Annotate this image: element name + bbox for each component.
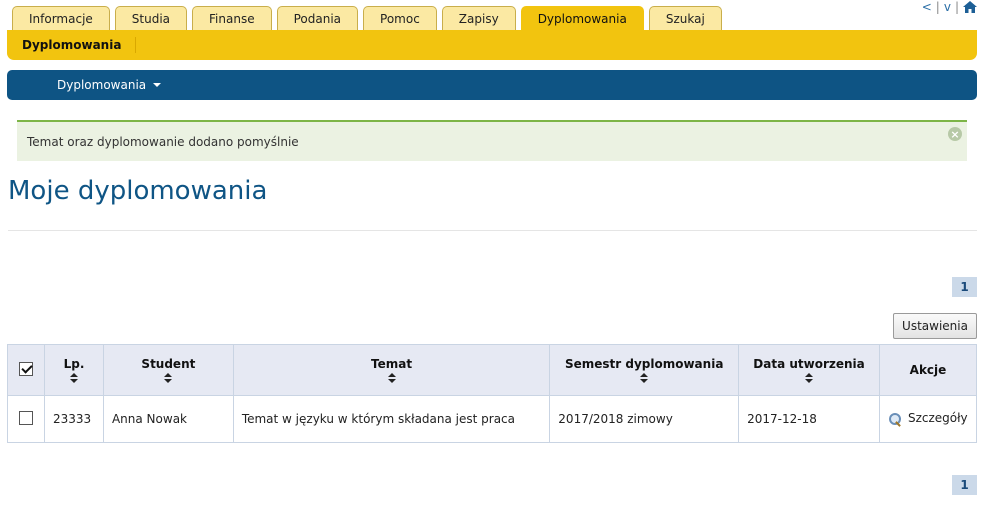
cell-semestr: 2017/2018 zimowy xyxy=(549,395,740,443)
alert-message: Temat oraz dyplomowanie dodano pomyślnie xyxy=(27,134,299,149)
sub-navigation: Dyplomowania xyxy=(7,30,977,60)
table-row: 23333 Anna Nowak Temat w języku w którym… xyxy=(7,395,978,443)
menu-bar: Dyplomowania xyxy=(7,70,977,100)
sort-icon[interactable] xyxy=(69,373,78,383)
select-all-header xyxy=(7,344,45,396)
header-label: Semestr dyplomowania xyxy=(564,357,724,371)
column-header-akcje: Akcje xyxy=(878,344,978,396)
details-label: Szczegóły xyxy=(907,411,968,425)
header-label: Data utworzenia xyxy=(753,357,865,371)
dyplomowania-dropdown[interactable]: Dyplomowania xyxy=(57,78,162,92)
divider: | xyxy=(954,0,959,14)
sort-icon[interactable] xyxy=(164,373,173,383)
tab-finanse[interactable]: Finanse xyxy=(192,6,272,31)
tab-dyplomowania[interactable]: Dyplomowania xyxy=(520,6,644,31)
cell-data: 2017-12-18 xyxy=(738,395,880,443)
row-checkbox[interactable] xyxy=(18,410,33,425)
cell-student: Anna Nowak xyxy=(102,395,234,443)
divider: | xyxy=(935,0,940,14)
header-label: Lp. xyxy=(63,357,85,371)
tab-podania[interactable]: Podania xyxy=(276,6,359,31)
cell-temat: Temat w języku w którym składana jest pr… xyxy=(232,395,551,443)
success-alert: Temat oraz dyplomowanie dodano pomyślnie… xyxy=(17,120,967,161)
magnifier-icon xyxy=(888,413,902,427)
subnav-item-dyplomowania[interactable]: Dyplomowania xyxy=(22,37,137,53)
column-header-semestr[interactable]: Semestr dyplomowania xyxy=(549,344,740,396)
column-header-student[interactable]: Student xyxy=(102,344,234,396)
column-header-temat[interactable]: Temat xyxy=(232,344,551,396)
dropdown-label: Dyplomowania xyxy=(57,78,147,92)
tab-informacje[interactable]: Informacje xyxy=(12,6,110,31)
home-icon[interactable] xyxy=(963,1,977,13)
tab-szukaj[interactable]: Szukaj xyxy=(648,6,722,31)
select-all-checkbox[interactable] xyxy=(18,361,33,376)
collapse-link[interactable]: v xyxy=(944,0,951,14)
cell-lp: 23333 xyxy=(43,395,104,443)
column-header-data[interactable]: Data utworzenia xyxy=(738,344,880,396)
close-icon[interactable]: × xyxy=(948,127,962,141)
header-label: Akcje xyxy=(909,363,947,377)
details-link[interactable]: Szczegóły xyxy=(878,395,978,443)
settings-button[interactable]: Ustawienia xyxy=(893,313,977,339)
sort-icon[interactable] xyxy=(387,373,396,383)
divider xyxy=(8,230,977,231)
header-label: Student xyxy=(141,357,196,371)
tab-studia[interactable]: Studia xyxy=(114,6,188,31)
pagination-page-1[interactable]: 1 xyxy=(952,475,977,495)
top-nav: < | v | xyxy=(922,0,977,14)
tab-zapisy[interactable]: Zapisy xyxy=(441,6,516,31)
page-title: Moje dyplomowania xyxy=(8,176,268,206)
caret-down-icon xyxy=(153,83,162,87)
main-tabs: Informacje Studia Finanse Podania Pomoc … xyxy=(12,6,722,31)
prev-link[interactable]: < xyxy=(922,0,932,14)
sort-icon[interactable] xyxy=(640,373,649,383)
tab-pomoc[interactable]: Pomoc xyxy=(363,6,437,31)
column-header-lp[interactable]: Lp. xyxy=(43,344,104,396)
diplomas-table: Lp. Student Temat Semestr dyplomowania D… xyxy=(7,344,978,443)
table-header-row: Lp. Student Temat Semestr dyplomowania D… xyxy=(7,344,978,396)
sort-icon[interactable] xyxy=(805,373,814,383)
row-select-cell xyxy=(7,395,45,443)
pagination-page-1[interactable]: 1 xyxy=(952,277,977,297)
header-label: Temat xyxy=(371,357,413,371)
